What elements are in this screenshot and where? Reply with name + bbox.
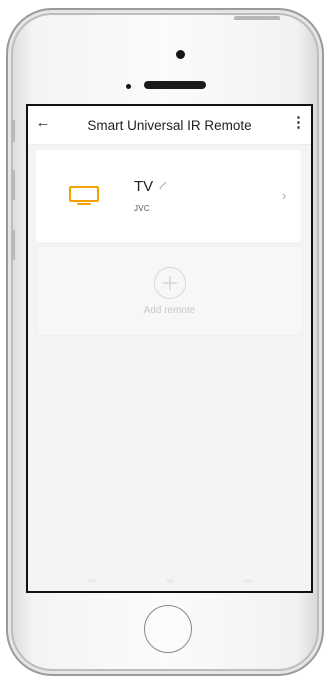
volume-down-button (11, 230, 15, 260)
volume-up-button (11, 170, 15, 200)
proximity-sensor (126, 84, 131, 89)
home-button[interactable] (144, 605, 192, 653)
add-remote-button[interactable]: Add remote (36, 246, 303, 336)
app-bar: ← Smart Universal IR Remote ⋮ (28, 106, 311, 145)
nav-hint-recent (244, 579, 252, 583)
earpiece-speaker (144, 81, 206, 89)
more-vertical-icon[interactable]: ⋮ (291, 114, 306, 132)
device-brand: JVC (134, 204, 151, 213)
phone-screen: ← Smart Universal IR Remote ⋮ TV JVC › A… (26, 104, 313, 593)
pencil-icon[interactable] (158, 180, 168, 190)
add-remote-label: Add remote (143, 305, 196, 316)
tv-icon (69, 186, 99, 205)
nav-hint-home (166, 579, 174, 583)
power-button (234, 16, 280, 20)
plus-icon (163, 276, 177, 290)
page-title: Smart Universal IR Remote (87, 117, 252, 133)
device-name: TV (134, 178, 154, 195)
device-card-tv[interactable]: TV JVC › (36, 150, 301, 242)
nav-hint-back (88, 579, 96, 583)
chevron-right-icon: › (282, 188, 287, 203)
arrow-left-icon[interactable]: ← (34, 114, 52, 132)
front-camera (176, 50, 185, 59)
mute-switch (11, 120, 15, 142)
